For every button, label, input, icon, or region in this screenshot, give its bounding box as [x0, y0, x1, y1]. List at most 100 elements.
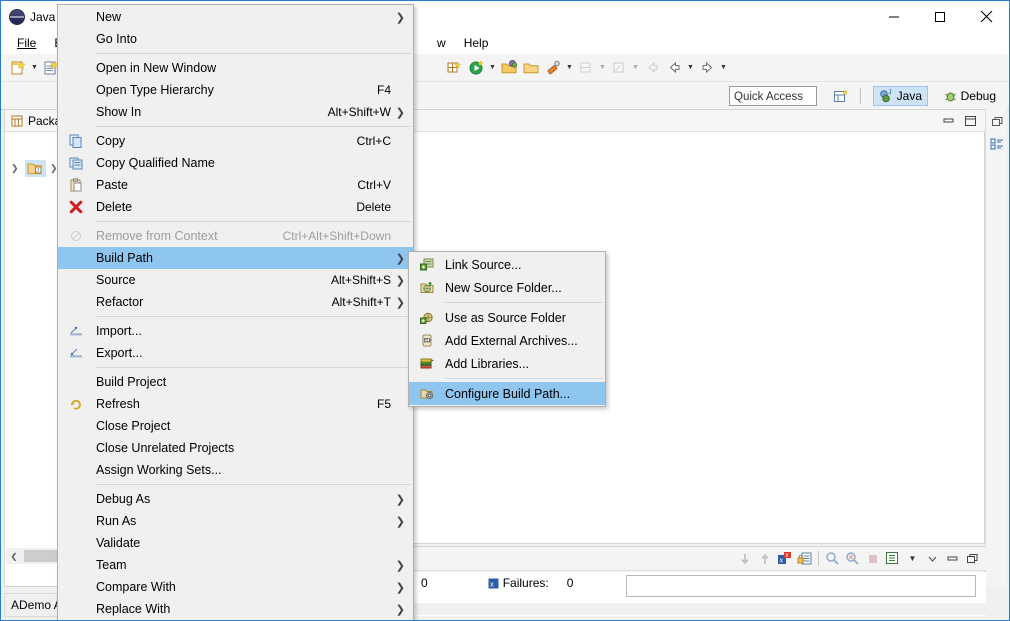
- menu-item-refactor[interactable]: Refactor Alt+Shift+T ❯: [58, 291, 413, 313]
- perspective-java[interactable]: J Java: [872, 86, 928, 106]
- svg-text:J: J: [36, 168, 39, 174]
- external-tools-dropdown-icon[interactable]: ▼: [564, 57, 575, 79]
- perspective-debug[interactable]: Debug: [938, 86, 1001, 106]
- back-prev-icon[interactable]: [641, 57, 663, 79]
- menu-item-source[interactable]: Source Alt+Shift+S ❯: [58, 269, 413, 291]
- submenu-item-add-external-archives[interactable]: 010 Add External Archives...: [409, 329, 605, 352]
- run-dropdown-icon[interactable]: ▼: [487, 57, 498, 79]
- menu-item-compare-with[interactable]: Compare With ❯: [58, 576, 413, 598]
- rerun-failed-icon[interactable]: [843, 549, 862, 568]
- back-dropdown-icon[interactable]: ▼: [685, 57, 696, 79]
- lock-scroll-icon[interactable]: [795, 549, 814, 568]
- minimize-icon[interactable]: [923, 549, 942, 568]
- menu-item-copy-qualified-name[interactable]: Copy Qualified Name: [58, 152, 413, 174]
- menu-item-replace-with[interactable]: Replace With ❯: [58, 598, 413, 620]
- svg-text:010: 010: [424, 338, 430, 342]
- menu-item-validate[interactable]: Validate: [58, 532, 413, 554]
- submenu-item-configure-build-path[interactable]: Configure Build Path...: [409, 382, 605, 405]
- junit-failures-count: 0: [566, 576, 574, 590]
- menu-item-source-label: Source: [96, 273, 136, 287]
- menu-item-assign-working-sets[interactable]: Assign Working Sets...: [58, 459, 413, 481]
- add-libraries-icon: [419, 355, 435, 371]
- quick-access-input[interactable]: Quick Access: [729, 86, 817, 106]
- editor-maximize-icon[interactable]: [962, 114, 978, 128]
- forward-icon[interactable]: [696, 57, 718, 79]
- menu-item-paste[interactable]: Paste Ctrl+V: [58, 174, 413, 196]
- menu-item-paste-accel: Ctrl+V: [357, 178, 391, 192]
- menu-item-run-as[interactable]: Run As ❯: [58, 510, 413, 532]
- new-source-folder-icon: [419, 279, 435, 295]
- svg-text:x: x: [490, 579, 494, 588]
- minimize-button[interactable]: [871, 1, 917, 32]
- close-button[interactable]: [963, 1, 1009, 32]
- menu-item-open-type-hierarchy[interactable]: Open Type Hierarchy F4: [58, 79, 413, 101]
- submenu-item-new-source-folder[interactable]: New Source Folder...: [409, 276, 605, 299]
- maximize-button[interactable]: [917, 1, 963, 32]
- new-java-element-icon[interactable]: [575, 57, 597, 79]
- maximize-icon[interactable]: [943, 549, 962, 568]
- last-edit-dropdown-icon[interactable]: ▼: [630, 57, 641, 79]
- open-folder-colored-icon[interactable]: [498, 57, 520, 79]
- forward-dropdown-icon[interactable]: ▼: [718, 57, 729, 79]
- perspective-debug-label: Debug: [960, 89, 996, 103]
- svg-text:x: x: [780, 558, 784, 565]
- menu-item-debug-as-label: Debug As: [96, 492, 151, 506]
- new-class-icon[interactable]: [443, 57, 465, 79]
- scroll-left-icon[interactable]: ❮: [6, 548, 22, 564]
- open-folder-icon[interactable]: [520, 57, 542, 79]
- menu-item-copy-label: Copy: [96, 134, 126, 148]
- new-java-element-dropdown-icon[interactable]: ▼: [597, 57, 608, 79]
- menu-item-assign-working-sets-label: Assign Working Sets...: [96, 463, 222, 477]
- show-failures-only-icon[interactable]: xx: [775, 549, 794, 568]
- menu-item-import[interactable]: Import...: [58, 320, 413, 342]
- submenu-item-link-source[interactable]: Link Source...: [409, 253, 605, 276]
- menu-item-refresh[interactable]: Refresh F5: [58, 393, 413, 415]
- junit-trace-panel[interactable]: [626, 575, 976, 597]
- menu-item-build-project[interactable]: Build Project: [58, 371, 413, 393]
- view-menu-icon[interactable]: [883, 549, 902, 568]
- svg-text:x: x: [785, 553, 788, 559]
- stop-icon[interactable]: [863, 549, 882, 568]
- submenu-separator: [445, 302, 603, 303]
- menu-item-debug-as[interactable]: Debug As ❯: [58, 488, 413, 510]
- new-wizard-dropdown-icon[interactable]: ▼: [29, 57, 40, 79]
- outline-view-icon[interactable]: [986, 133, 1008, 155]
- last-edit-location-icon[interactable]: [608, 57, 630, 79]
- menu-item-show-in[interactable]: Show In Alt+Shift+W ❯: [58, 101, 413, 123]
- menu-separator: [96, 53, 411, 54]
- rerun-test-icon[interactable]: [823, 549, 842, 568]
- submenu-item-add-libraries[interactable]: Add Libraries...: [409, 352, 605, 375]
- menubar-item-window[interactable]: w: [428, 34, 455, 52]
- restore-view-icon[interactable]: [986, 111, 1008, 133]
- previous-failure-icon[interactable]: [755, 549, 774, 568]
- menubar-item-file[interactable]: File: [8, 34, 45, 52]
- menu-item-copy[interactable]: Copy Ctrl+C: [58, 130, 413, 152]
- submenu-arrow-icon: ❯: [395, 252, 405, 265]
- back-icon[interactable]: [663, 57, 685, 79]
- open-perspective-icon[interactable]: [831, 87, 851, 105]
- external-tools-icon[interactable]: [542, 57, 564, 79]
- menu-item-team[interactable]: Team ❯: [58, 554, 413, 576]
- menu-item-new[interactable]: New ❯: [58, 6, 413, 28]
- submenu-item-use-as-source-folder[interactable]: Use as Source Folder: [409, 306, 605, 329]
- menu-item-close-project[interactable]: Close Project: [58, 415, 413, 437]
- restore-icon[interactable]: [963, 549, 982, 568]
- menubar-item-help[interactable]: Help: [455, 34, 498, 52]
- chevron-right-icon[interactable]: ❯: [11, 163, 21, 174]
- menu-item-close-unrelated-projects[interactable]: Close Unrelated Projects: [58, 437, 413, 459]
- menu-item-export[interactable]: Export...: [58, 342, 413, 364]
- dropdown-icon[interactable]: ▼: [903, 549, 922, 568]
- run-icon[interactable]: [465, 57, 487, 79]
- new-wizard-icon[interactable]: [7, 57, 29, 79]
- next-failure-icon[interactable]: [735, 549, 754, 568]
- menu-item-open-in-new-window[interactable]: Open in New Window: [58, 57, 413, 79]
- menu-item-build-path[interactable]: Build Path ❯: [58, 247, 413, 269]
- menu-item-paste-label: Paste: [96, 178, 128, 192]
- build-path-submenu[interactable]: Link Source... New Source Folder... Use …: [408, 251, 606, 407]
- menu-item-delete[interactable]: Delete Delete: [58, 196, 413, 218]
- menu-item-go-into[interactable]: Go Into: [58, 28, 413, 50]
- menu-item-show-in-accel: Alt+Shift+W: [327, 105, 391, 119]
- project-context-menu[interactable]: New ❯ Go Into Open in New Window Open Ty…: [57, 4, 414, 620]
- perspective-java-label: Java: [896, 89, 922, 103]
- editor-minimize-icon[interactable]: [940, 114, 956, 128]
